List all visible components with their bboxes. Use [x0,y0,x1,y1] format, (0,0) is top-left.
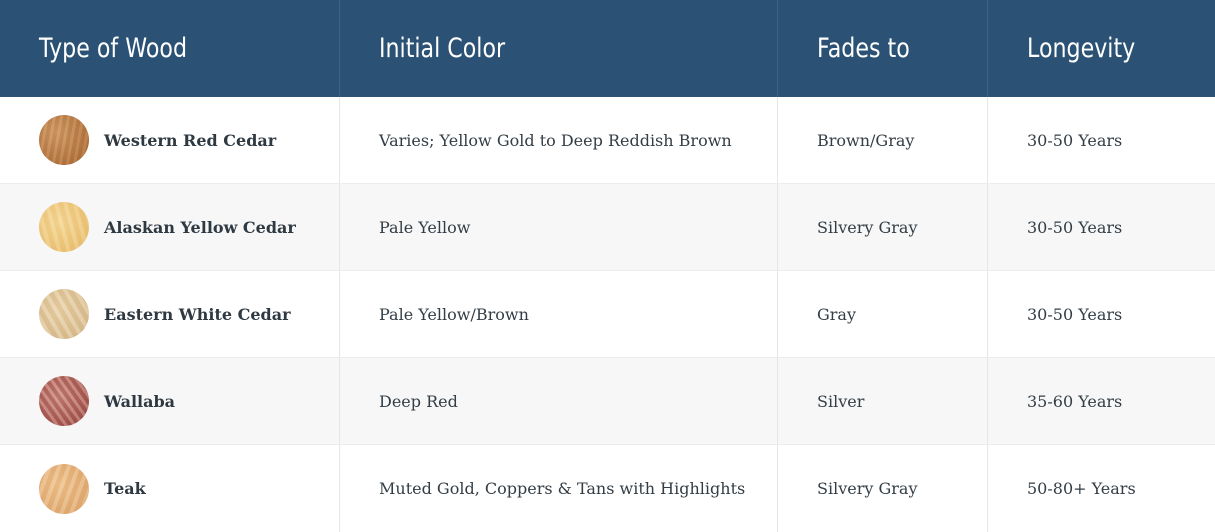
fades-to-cell: Silver [778,358,988,444]
wood-type-cell: Western Red Cedar [0,97,340,183]
teak-swatch-icon [39,463,89,514]
table-row: Wallaba Deep Red Silver 35-60 Years [0,358,1215,445]
eastern-white-cedar-swatch-icon [39,289,89,339]
table-header-row: Type of Wood Initial Color Fades to Long… [0,0,1215,97]
header-longevity: Longevity [1027,33,1136,64]
wallaba-swatch-icon [39,376,89,426]
initial-color-cell: Deep Red [340,358,778,444]
western-red-cedar-swatch-icon [39,115,89,165]
wood-name: Western Red Cedar [104,130,277,150]
wood-comparison-table: Type of Wood Initial Color Fades to Long… [0,0,1215,532]
alaskan-yellow-cedar-swatch-icon [39,202,89,252]
table-row: Alaskan Yellow Cedar Pale Yellow Silvery… [0,184,1215,271]
header-fades-to: Fades to [778,0,988,97]
longevity-cell: 30-50 Years [1027,130,1123,150]
wood-type-cell: Eastern White Cedar [0,271,340,357]
table-row: Eastern White Cedar Pale Yellow/Brown Gr… [0,271,1215,358]
wood-name: Eastern White Cedar [104,304,291,324]
table-row: Western Red Cedar Varies; Yellow Gold to… [0,97,1215,184]
longevity-cell: 50-80+ Years [1027,479,1136,498]
fades-to-cell: Silvery Gray [778,184,988,270]
wood-type-cell: Wallaba [0,358,340,444]
initial-color-cell: Pale Yellow/Brown [340,271,778,357]
initial-color-cell: Pale Yellow [340,184,778,270]
longevity-cell: 35-60 Years [1027,391,1123,411]
fades-to-cell: Gray [778,271,988,357]
longevity-cell: 30-50 Years [1027,217,1123,237]
wood-name: Teak [104,479,146,498]
header-type-of-wood: Type of Wood [0,0,340,97]
initial-color-cell: Varies; Yellow Gold to Deep Reddish Brow… [340,97,778,183]
wood-name: Alaskan Yellow Cedar [104,217,296,237]
fades-to-cell: Brown/Gray [778,97,988,183]
wood-type-cell: Alaskan Yellow Cedar [0,184,340,270]
header-initial-color: Initial Color [340,0,778,97]
table-row: Teak Muted Gold, Coppers & Tans with Hig… [0,445,1215,532]
longevity-cell: 30-50 Years [1027,304,1123,324]
fades-to-cell: Silvery Gray [778,445,988,532]
initial-color-cell: Muted Gold, Coppers & Tans with Highligh… [340,445,778,532]
wood-name: Wallaba [104,391,176,411]
wood-type-cell: Teak [0,445,340,532]
